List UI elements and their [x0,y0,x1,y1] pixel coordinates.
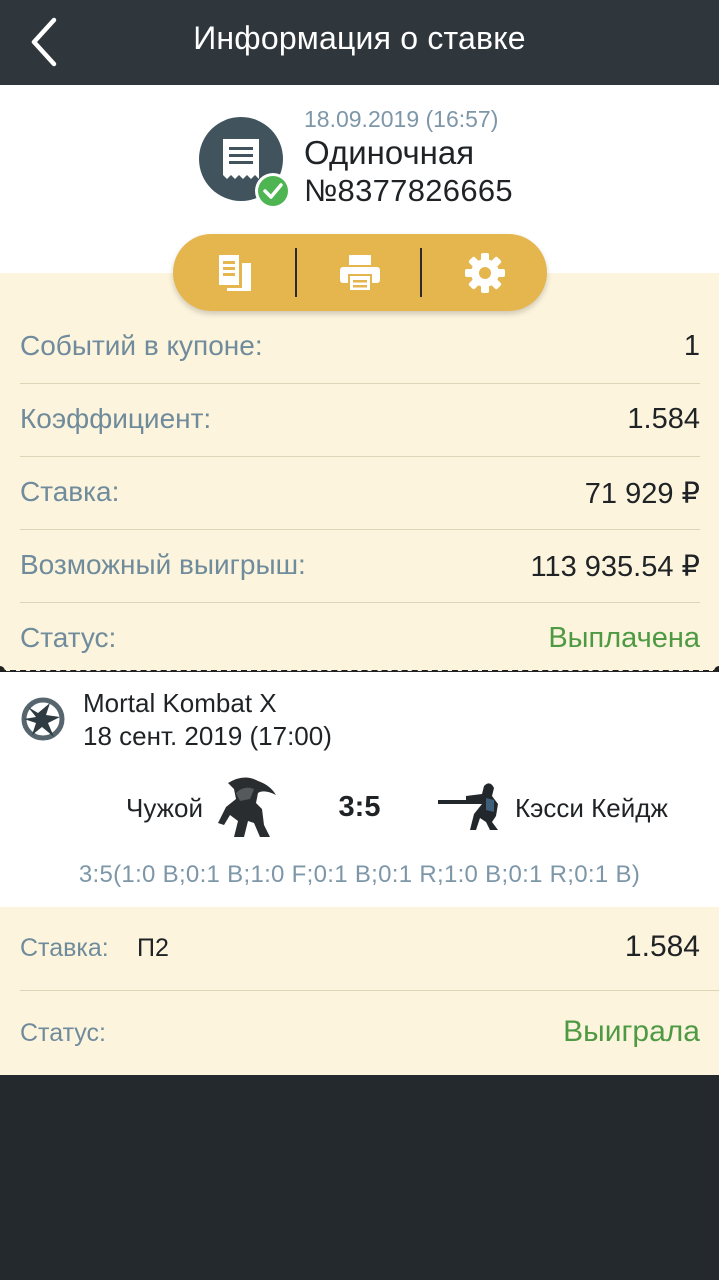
pick-value: П2 [137,934,169,962]
summary-row-stake: Ставка: 71 929 ₽ [20,456,700,530]
bet-type: Одиночная [304,134,475,171]
status-label: Статус: [20,1019,106,1047]
status-badge: Выиграла [563,1015,700,1048]
selection-panel [0,907,719,1075]
summary-label: Событий в купоне: [20,330,263,361]
summary-label: Коэффициент: [20,403,212,434]
check-circle-icon [255,173,291,209]
gear-icon [465,252,505,293]
row-divider [20,990,719,991]
receipt-icon [199,117,293,211]
summary-label: Возможный выигрыш: [20,549,306,580]
top-nav-bar: Информация о ставке [0,0,719,85]
divider [295,248,297,297]
summary-row-possible-win: Возможный выигрыш: 113 935.54 ₽ [20,529,700,603]
page-title: Информация о ставке [193,20,526,56]
summary-row-events: Событий в купоне: 1 [20,310,700,384]
divider [420,248,422,297]
summary-row-status: Статус: Выплачена [20,602,700,675]
summary-value: 71 929 ₽ [584,478,700,510]
event-datetime: 18 сент. 2019 (17:00) [83,721,332,751]
status-badge: Выплачена [548,622,700,654]
event-name: Mortal Kombat X [83,688,277,718]
summary-value: 113 935.54 ₽ [530,551,701,583]
settings-button[interactable] [423,234,547,311]
print-icon [340,254,380,292]
summary-row-odds: Коэффициент: 1.584 [20,383,700,457]
bet-number: №8377826665 [304,173,513,208]
copy-button[interactable] [173,234,297,311]
action-bar [173,234,547,311]
round-details: 3:5(1:0 B;0:1 B;1:0 F;0:1 B;0:1 R;1:0 B;… [78,861,641,888]
bet-date: 18.09.2019 (16:57) [304,106,499,132]
print-button[interactable] [298,234,422,311]
summary-label: Статус: [20,622,117,653]
copy-icon [219,254,251,291]
stake-label: Ставка: [20,934,109,962]
team-away-name: Кэсси Кейдж [515,793,668,823]
odds-value: 1.584 [624,930,700,963]
mortal-kombat-logo-icon [20,693,66,745]
fighter-away-avatar [436,782,506,832]
summary-value: 1.584 [627,403,700,435]
summary-label: Ставка: [20,476,120,507]
summary-value: 1 [683,330,700,362]
